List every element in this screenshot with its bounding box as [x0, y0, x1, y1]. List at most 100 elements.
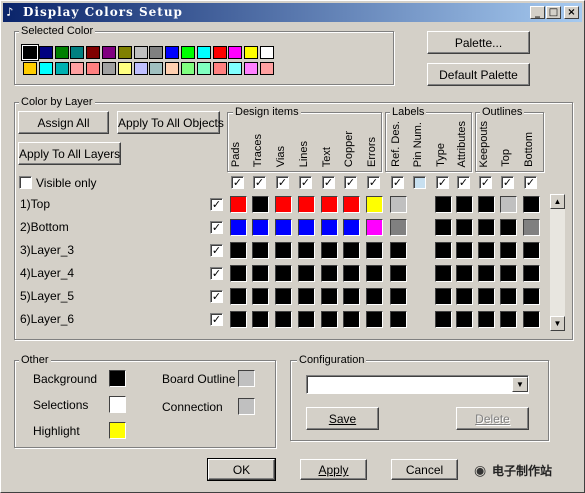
column-visible-checkbox[interactable]: ✓ — [367, 176, 380, 189]
close-button[interactable]: × — [564, 6, 579, 19]
layer-scrollbar[interactable]: ▲ ▼ — [550, 194, 565, 331]
layer-color-swatch[interactable] — [343, 311, 360, 328]
layer-color-swatch[interactable] — [366, 288, 383, 305]
palette-color-swatch[interactable] — [22, 45, 38, 60]
palette-color-swatch[interactable] — [38, 62, 53, 75]
palette-color-swatch[interactable] — [149, 46, 164, 59]
column-visible-checkbox[interactable]: ✓ — [479, 176, 492, 189]
scroll-up-button[interactable]: ▲ — [550, 194, 565, 209]
apply-all-objects-button[interactable]: Apply To All Objects — [117, 111, 224, 134]
chevron-down-icon[interactable]: ▼ — [512, 377, 528, 392]
palette-color-swatch[interactable] — [196, 62, 211, 75]
palette-color-swatch[interactable] — [181, 62, 195, 75]
layer-visible-checkbox[interactable]: ✓ — [210, 198, 223, 211]
layer-color-swatch[interactable] — [435, 288, 452, 305]
layer-color-swatch[interactable] — [230, 265, 247, 282]
layer-color-swatch[interactable] — [523, 196, 540, 213]
layer-color-swatch[interactable] — [252, 311, 269, 328]
layer-color-swatch[interactable] — [275, 196, 292, 213]
palette-color-swatch[interactable] — [228, 62, 243, 75]
palette-color-swatch[interactable] — [54, 46, 69, 59]
layer-color-swatch[interactable] — [435, 265, 452, 282]
layer-color-swatch[interactable] — [478, 311, 495, 328]
layer-color-swatch[interactable] — [478, 196, 495, 213]
layer-color-swatch[interactable] — [366, 311, 383, 328]
layer-color-swatch[interactable] — [275, 219, 292, 236]
maximize-button[interactable]: □ — [546, 6, 561, 19]
apply-all-layers-button[interactable]: Apply To All Layers — [18, 142, 121, 165]
layer-color-swatch[interactable] — [343, 242, 360, 259]
layer-color-swatch[interactable] — [523, 242, 540, 259]
layer-color-swatch[interactable] — [456, 219, 473, 236]
layer-color-swatch[interactable] — [298, 288, 315, 305]
palette-color-swatch[interactable] — [70, 62, 85, 75]
layer-visible-checkbox[interactable]: ✓ — [210, 313, 223, 326]
layer-color-swatch[interactable] — [321, 242, 338, 259]
palette-color-swatch[interactable] — [212, 62, 227, 75]
layer-color-swatch[interactable] — [478, 219, 495, 236]
palette-color-swatch[interactable] — [133, 62, 148, 75]
layer-color-swatch[interactable] — [456, 311, 473, 328]
layer-color-swatch[interactable] — [252, 242, 269, 259]
layer-color-swatch[interactable] — [230, 242, 247, 259]
layer-color-swatch[interactable] — [252, 288, 269, 305]
assign-all-button[interactable]: Assign All — [18, 111, 109, 134]
layer-color-swatch[interactable] — [523, 219, 540, 236]
layer-color-swatch[interactable] — [252, 219, 269, 236]
ok-button[interactable]: OK — [207, 458, 276, 481]
layer-visible-checkbox[interactable]: ✓ — [210, 221, 223, 234]
column-visible-checkbox[interactable]: ✓ — [524, 176, 537, 189]
selections-color-swatch[interactable] — [109, 396, 126, 413]
layer-color-swatch[interactable] — [343, 196, 360, 213]
layer-visible-checkbox[interactable]: ✓ — [210, 290, 223, 303]
column-visible-checkbox[interactable] — [413, 176, 426, 189]
layer-color-swatch[interactable] — [500, 265, 517, 282]
layer-color-swatch[interactable] — [500, 196, 517, 213]
apply-button[interactable]: Apply — [300, 459, 367, 480]
column-visible-checkbox[interactable]: ✓ — [344, 176, 357, 189]
palette-color-swatch[interactable] — [54, 62, 69, 75]
highlight-color-swatch[interactable] — [109, 422, 126, 439]
configuration-dropdown[interactable]: ▼ — [306, 375, 529, 394]
layer-color-swatch[interactable] — [390, 242, 407, 259]
layer-color-swatch[interactable] — [456, 242, 473, 259]
palette-color-swatch[interactable] — [86, 46, 101, 59]
layer-color-swatch[interactable] — [343, 265, 360, 282]
layer-color-swatch[interactable] — [366, 242, 383, 259]
column-visible-checkbox[interactable]: ✓ — [299, 176, 312, 189]
palette-color-swatch[interactable] — [196, 46, 211, 59]
layer-color-swatch[interactable] — [390, 196, 407, 213]
palette-color-swatch[interactable] — [260, 62, 274, 75]
layer-color-swatch[interactable] — [435, 219, 452, 236]
layer-color-swatch[interactable] — [500, 219, 517, 236]
layer-color-swatch[interactable] — [230, 288, 247, 305]
minimize-button[interactable]: _ — [530, 6, 545, 19]
column-visible-checkbox[interactable]: ✓ — [457, 176, 470, 189]
title-bar[interactable]: ♪ Display Colors Setup _ □ × — [3, 3, 582, 22]
default-palette-button[interactable]: Default Palette — [427, 63, 530, 86]
layer-color-swatch[interactable] — [478, 242, 495, 259]
background-color-swatch[interactable] — [109, 370, 126, 387]
palette-color-swatch[interactable] — [212, 46, 227, 59]
column-visible-checkbox[interactable]: ✓ — [501, 176, 514, 189]
layer-color-swatch[interactable] — [456, 265, 473, 282]
palette-color-swatch[interactable] — [244, 46, 259, 59]
layer-color-swatch[interactable] — [366, 265, 383, 282]
layer-color-swatch[interactable] — [523, 288, 540, 305]
layer-color-swatch[interactable] — [321, 265, 338, 282]
layer-color-swatch[interactable] — [456, 288, 473, 305]
layer-color-swatch[interactable] — [500, 242, 517, 259]
layer-color-swatch[interactable] — [435, 311, 452, 328]
layer-color-swatch[interactable] — [366, 196, 383, 213]
layer-color-swatch[interactable] — [456, 196, 473, 213]
layer-visible-checkbox[interactable]: ✓ — [210, 267, 223, 280]
layer-color-swatch[interactable] — [435, 242, 452, 259]
layer-color-swatch[interactable] — [275, 288, 292, 305]
palette-color-swatch[interactable] — [165, 62, 180, 75]
scroll-down-button[interactable]: ▼ — [550, 316, 565, 331]
layer-color-swatch[interactable] — [275, 311, 292, 328]
palette-color-swatch[interactable] — [117, 62, 132, 75]
delete-button[interactable]: Delete — [456, 407, 529, 430]
layer-color-swatch[interactable] — [230, 219, 247, 236]
board-outline-color-swatch[interactable] — [238, 370, 255, 387]
